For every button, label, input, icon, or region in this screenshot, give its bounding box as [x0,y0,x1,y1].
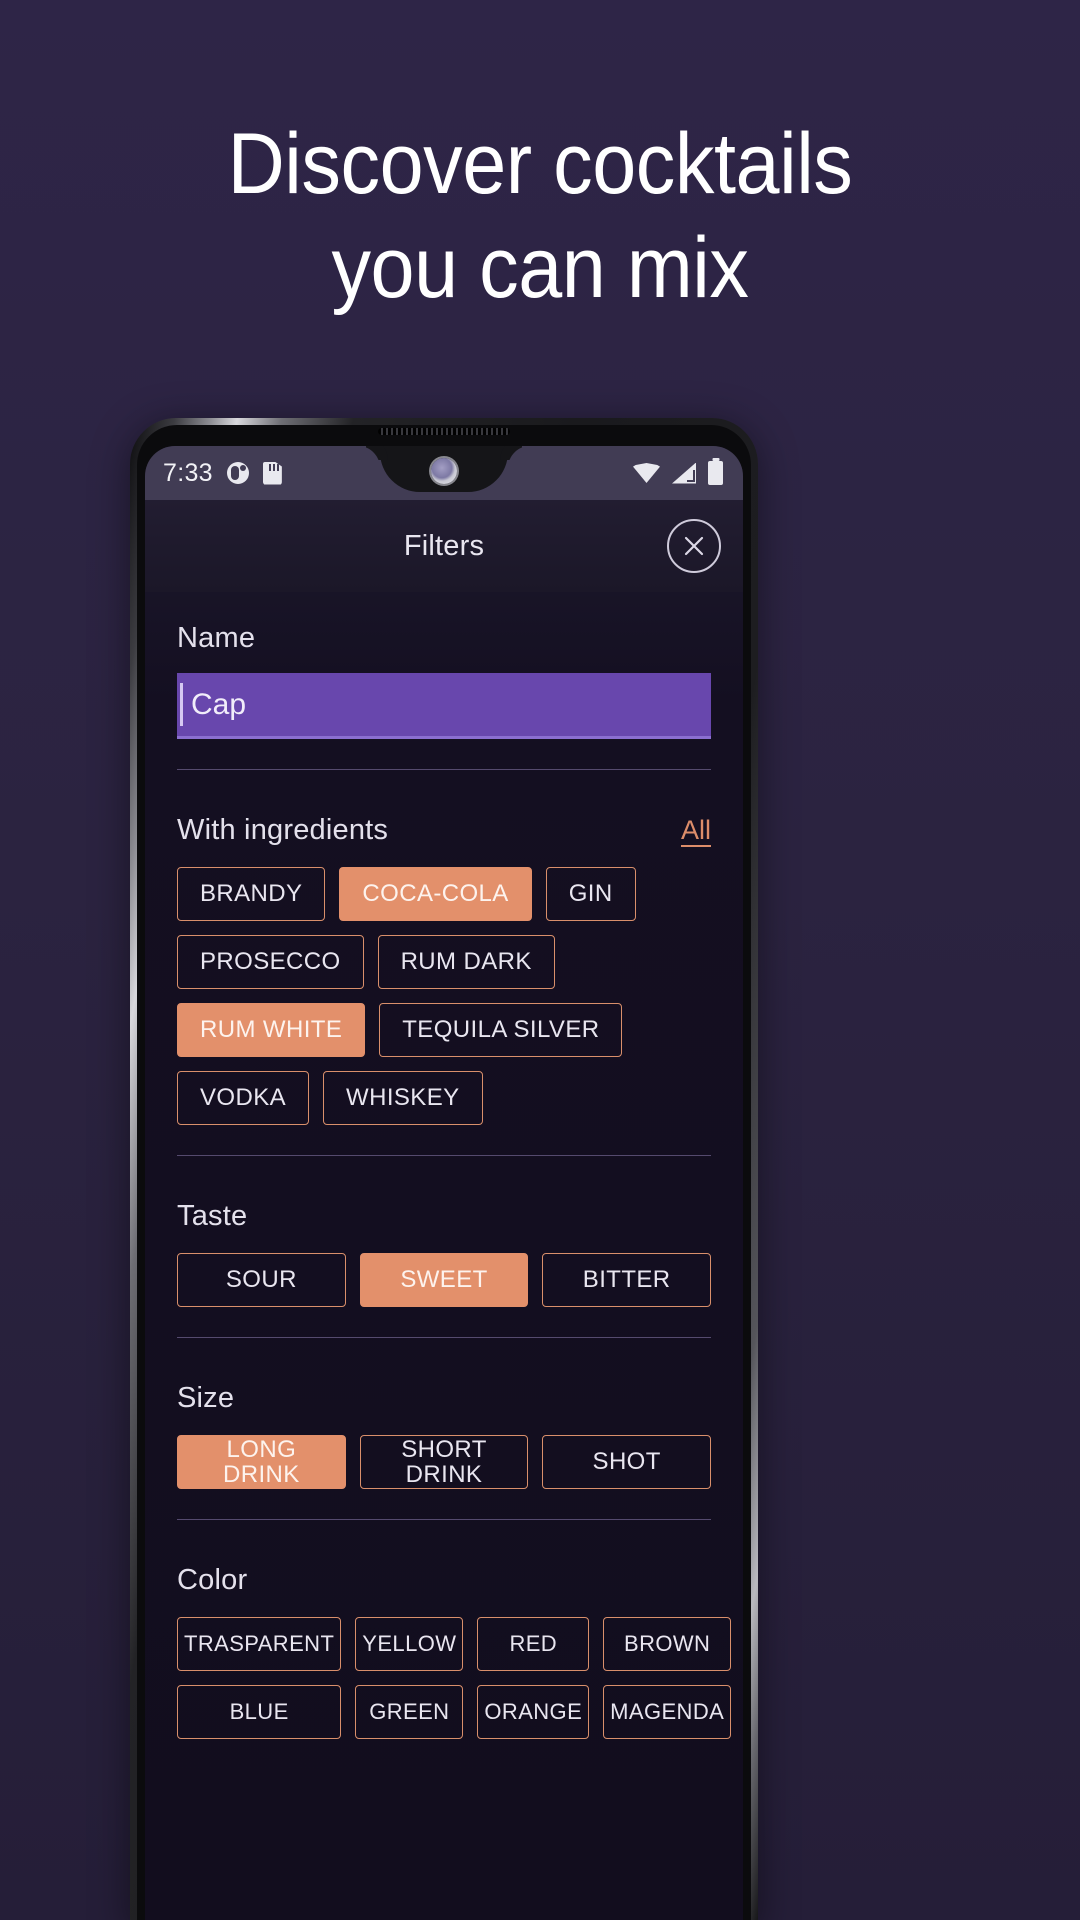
size-chip[interactable]: LONG DRINK [177,1435,346,1489]
close-icon [684,536,704,556]
name-input-value: Cap [191,687,247,721]
color-chip[interactable]: RED [477,1617,590,1671]
ingredients-label: With ingredients [177,814,389,846]
headline-line-2: you can mix [331,220,749,316]
ingredients-all-link[interactable]: All [681,815,711,846]
name-label: Name [177,622,256,654]
ingredient-chip[interactable]: VODKA [177,1071,310,1125]
filters-screen: Filters Name Cap With ingredients All BR… [145,500,743,1920]
color-chip[interactable]: BROWN [603,1617,732,1671]
earpiece-speaker-icon [378,428,510,435]
status-bar-left: 7:33 [163,459,282,488]
color-chip[interactable]: YELLOW [355,1617,464,1671]
notch [380,446,508,492]
text-caret [180,683,183,726]
size-chip[interactable]: SHORT DRINK [359,1435,529,1489]
color-chip[interactable]: GREEN [355,1685,464,1739]
size-header: Size [177,1338,711,1415]
ingredient-chip[interactable]: GIN [545,867,636,921]
taste-chip[interactable]: BITTER [542,1253,712,1307]
color-chip[interactable]: MAGENDA [603,1685,732,1739]
color-filter-block: Color TRASPARENT YELLOW RED BROWN BLUE GREEN O… [177,1520,732,1739]
color-header: Color [177,1520,711,1597]
size-label: Size [177,1382,235,1414]
wifi-icon [633,463,660,483]
taste-filter-block: Taste SOUR SWEET BITTER [177,1156,712,1307]
color-label: Color [177,1564,248,1596]
taste-chip[interactable]: SOUR [177,1253,346,1307]
page-headline: Discover cocktails you can mix [43,112,1037,320]
ingredient-chip[interactable]: BRANDY [177,867,326,921]
status-time: 7:33 [163,458,213,487]
signal-icon [672,463,696,484]
size-filter-block: Size LONG DRINK SHORT DRINK SHOT [177,1338,712,1489]
battery-icon [708,461,723,485]
ingredient-chip[interactable]: WHISKEY [323,1071,483,1125]
ingredient-chip[interactable]: PROSECCO [177,935,364,989]
page-title: Filters [403,529,485,562]
contrast-icon [226,462,249,484]
size-chip[interactable]: SHOT [542,1435,712,1489]
headline-line-1: Discover cocktails [227,116,853,212]
name-input[interactable]: Cap [177,673,711,739]
ingredient-chip[interactable]: RUM DARK [377,935,555,989]
taste-chip[interactable]: SWEET [359,1253,529,1307]
filters-content: Name Cap With ingredients All BRANDY COCA… [145,592,743,1739]
name-filter-block: Name Cap [177,592,711,739]
ingredient-chip-group: BRANDY COCA-COLA GIN PROSECCO RUM DARK RUM WH… [177,867,711,1125]
ingredient-chip[interactable]: RUM WHITE [177,1003,366,1057]
color-chip[interactable]: ORANGE [477,1685,590,1739]
status-bar-right [633,461,723,485]
color-chip-group: TRASPARENT YELLOW RED BROWN BLUE GREEN ORANGE M… [177,1617,732,1739]
ingredients-header: With ingredients All [177,770,711,847]
ingredients-filter-block: With ingredients All BRANDY COCA-COLA GIN P… [177,770,711,1125]
taste-label: Taste [177,1200,248,1232]
phone-screen: 7:33 Filters Name Cap With ingredients A… [145,446,743,1920]
phone-mockup: 7:33 Filters Name Cap With ingredients A… [130,418,758,1920]
color-chip[interactable]: TRASPARENT [177,1617,342,1671]
ingredient-chip[interactable]: COCA-COLA [339,867,532,921]
close-button[interactable] [667,519,721,573]
taste-chip-group: SOUR SWEET BITTER [177,1253,712,1307]
size-chip-group: LONG DRINK SHORT DRINK SHOT [177,1435,712,1489]
app-top-bar: Filters [145,500,743,592]
taste-header: Taste [177,1156,711,1233]
color-chip[interactable]: BLUE [177,1685,342,1739]
ingredient-chip[interactable]: TEQUILA SILVER [379,1003,623,1057]
sd-card-icon [262,461,282,485]
front-camera-icon [431,458,457,484]
